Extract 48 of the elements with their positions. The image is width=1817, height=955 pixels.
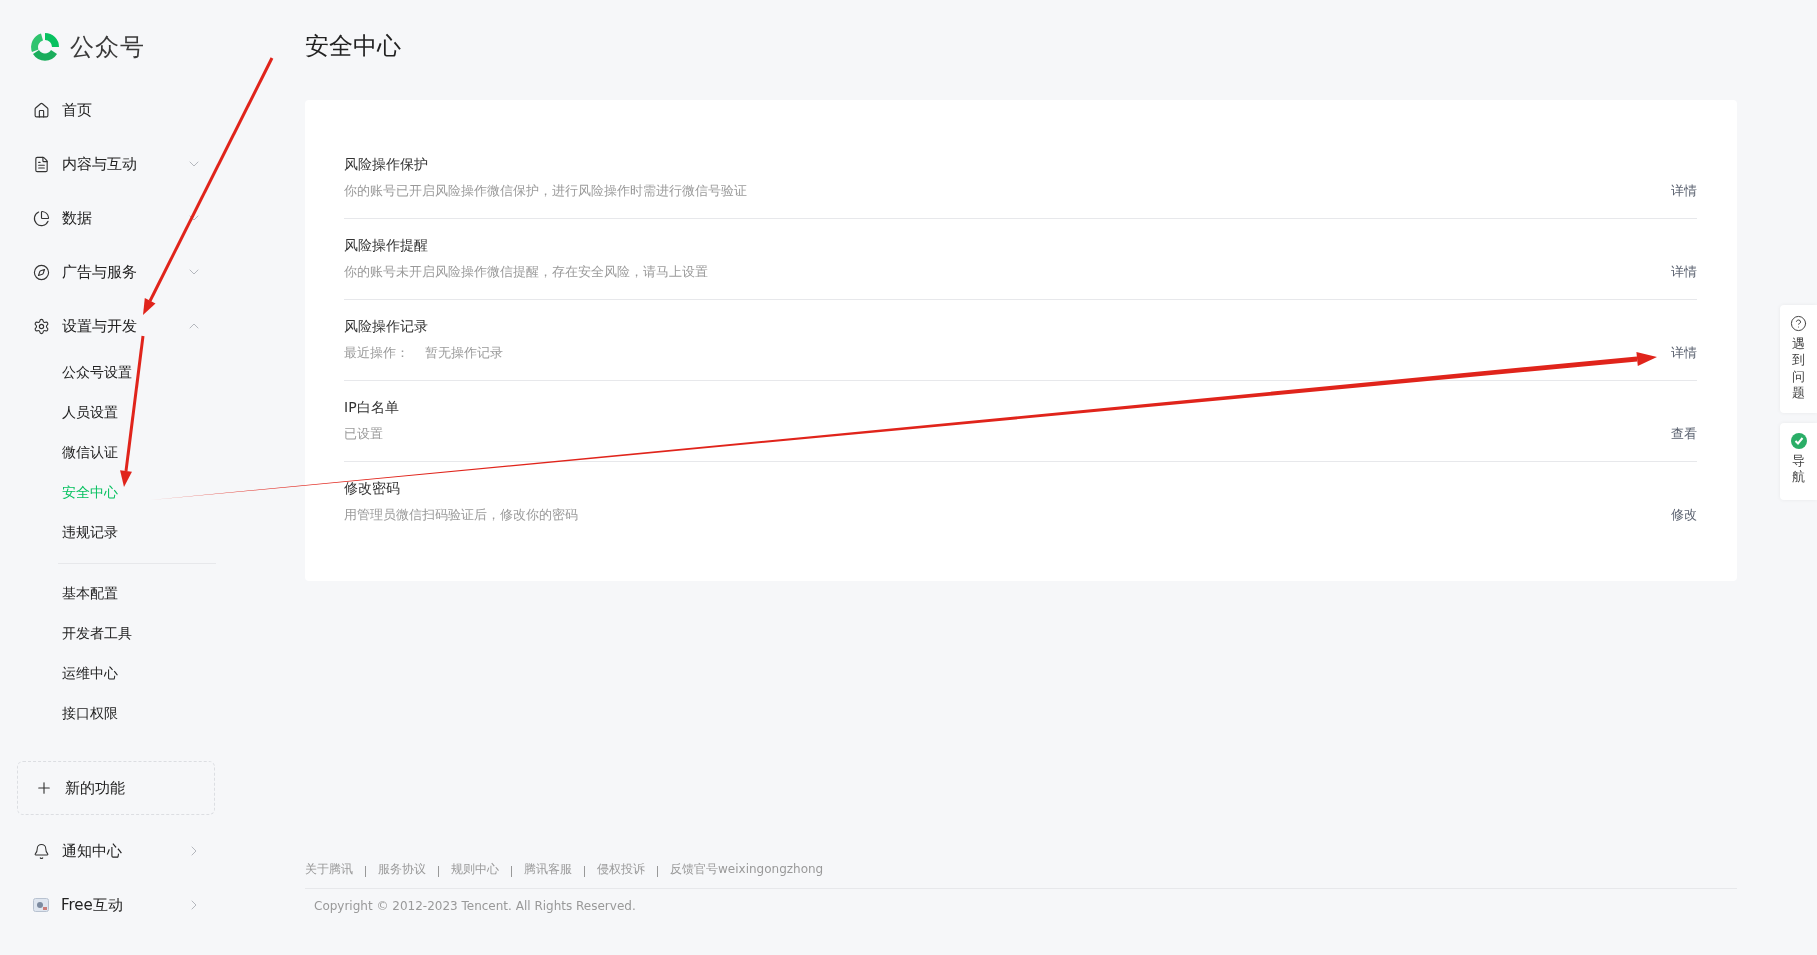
action-link[interactable]: 详情: [1671, 181, 1697, 201]
sub-nav-item[interactable]: 违规记录: [0, 513, 230, 553]
nav-item[interactable]: 广告与服务: [0, 245, 230, 299]
document-icon: [33, 155, 50, 173]
bell-icon: [33, 842, 50, 860]
item-title: 风险操作提醒: [344, 236, 428, 255]
logo-icon: [28, 30, 62, 64]
new-feature-button[interactable]: 新的功能: [17, 761, 215, 815]
pie-chart-icon: [33, 209, 50, 227]
item-description: 用管理员微信扫码验证后，修改你的密码: [344, 506, 578, 524]
guide-button[interactable]: 导航: [1780, 423, 1817, 500]
sub-nav-item[interactable]: 运维中心: [0, 654, 230, 694]
logo-title: 公众号: [70, 32, 145, 63]
item-description: 最近操作：: [344, 344, 409, 362]
item-description: 你的账号已开启风险操作微信保护，进行风险操作时需进行微信号验证: [344, 182, 747, 200]
sub-nav-item[interactable]: 基本配置: [0, 574, 230, 614]
item-value: 暂无操作记录: [425, 344, 503, 362]
sub-nav-item[interactable]: 人员设置: [0, 393, 230, 433]
home-icon: [33, 101, 50, 119]
page-title: 安全中心: [305, 31, 401, 62]
settings-icon: [33, 317, 50, 335]
picture-icon: [33, 898, 49, 912]
action-link[interactable]: 修改: [1671, 505, 1697, 525]
nav-item[interactable]: 通知中心: [0, 824, 230, 878]
nav-item[interactable]: Free互动: [0, 878, 230, 932]
action-link[interactable]: 详情: [1671, 262, 1697, 282]
plus-icon: [35, 779, 53, 797]
nav-item[interactable]: 内容与互动: [0, 137, 230, 191]
item-description: 已设置: [344, 425, 383, 443]
help-button[interactable]: 遇到问题: [1780, 305, 1817, 413]
nav-item[interactable]: 首页: [0, 83, 230, 137]
item-description: 你的账号未开启风险操作微信提醒，存在安全风险，请马上设置: [344, 263, 708, 281]
sub-nav-item[interactable]: 公众号设置: [0, 353, 230, 393]
sub-nav-item[interactable]: 开发者工具: [0, 614, 230, 654]
item-title: 修改密码: [344, 479, 400, 498]
item-title: 风险操作记录: [344, 317, 428, 336]
nav-item[interactable]: 数据: [0, 191, 230, 245]
sub-nav-item[interactable]: 接口权限: [0, 694, 230, 734]
sub-nav-item[interactable]: 微信认证: [0, 433, 230, 473]
item-title: 风险操作保护: [344, 155, 428, 174]
compass-icon: [33, 263, 50, 281]
item-title: IP白名单: [344, 398, 399, 417]
help-icon: [1790, 315, 1807, 332]
check-badge-icon: [1790, 433, 1807, 449]
action-link[interactable]: 详情: [1671, 343, 1697, 363]
action-link[interactable]: 查看: [1671, 424, 1697, 444]
nav-item[interactable]: 设置与开发: [0, 299, 230, 353]
copyright-text: Copyright © 2012-2023 Tencent. All Rights Reserved.: [313, 898, 637, 915]
